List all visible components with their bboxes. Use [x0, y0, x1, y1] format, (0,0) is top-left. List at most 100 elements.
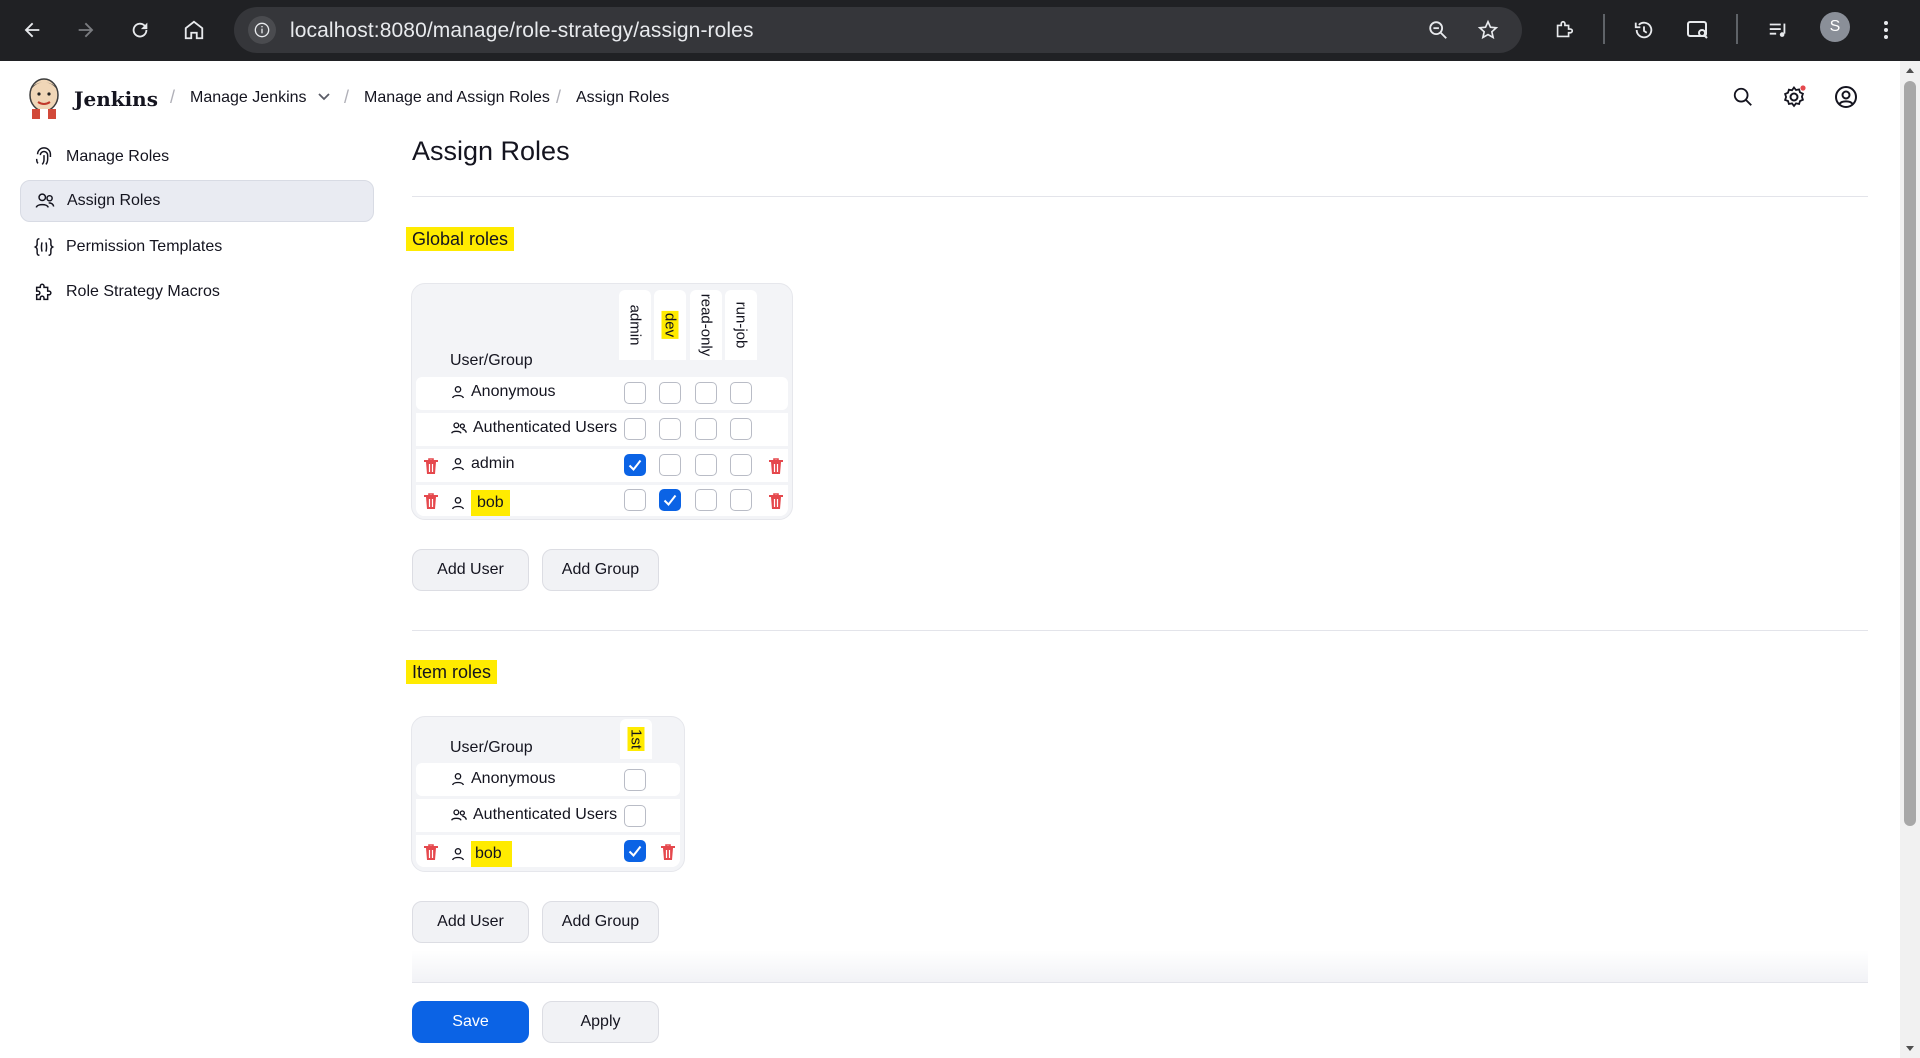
column-header-read-only: read-only	[690, 290, 722, 360]
global-add-group-button[interactable]: Add Group	[542, 549, 659, 591]
delete-trash-icon[interactable]	[768, 457, 784, 475]
row-anonymous: Anonymous	[450, 383, 556, 401]
bookmark-star-icon[interactable]	[1470, 12, 1506, 48]
home-icon[interactable]	[176, 12, 212, 48]
sidebar-item-assign-roles[interactable]: Assign Roles	[20, 180, 374, 222]
checkbox-authenticated-1st[interactable]	[624, 805, 646, 827]
group-icon	[451, 809, 467, 821]
sidebar-item-label: Role Strategy Macros	[66, 283, 220, 300]
delete-trash-icon[interactable]	[423, 492, 439, 510]
checkmark-icon	[663, 494, 677, 506]
apply-button[interactable]: Apply	[542, 1001, 659, 1043]
checkbox-anonymous-1st[interactable]	[624, 769, 646, 791]
history-icon[interactable]	[1626, 12, 1662, 48]
checkbox-bob-read-only[interactable]	[695, 489, 717, 511]
checkbox-bob-run-job[interactable]	[730, 489, 752, 511]
scroll-up-arrow-icon[interactable]	[1904, 65, 1916, 77]
chevron-down-icon[interactable]	[316, 89, 332, 110]
puzzle-icon	[32, 280, 56, 304]
save-button[interactable]: Save	[412, 1001, 529, 1043]
page-scrollbar[interactable]	[1900, 61, 1920, 1058]
checkbox-admin-admin[interactable]	[624, 454, 646, 476]
forward-icon[interactable]	[68, 12, 104, 48]
column-header-run-job: run-job	[725, 290, 757, 360]
divider	[412, 982, 1868, 983]
checkbox-bob-1st[interactable]	[624, 840, 646, 862]
address-bar[interactable]: localhost:8080/manage/role-strategy/assi…	[234, 7, 1522, 53]
section-title-global: Global roles	[406, 227, 515, 251]
url-text[interactable]: localhost:8080/manage/role-strategy/assi…	[290, 19, 754, 43]
checkbox-bob-admin[interactable]	[624, 489, 646, 511]
row-authenticated-users: Authenticated Users	[450, 419, 617, 437]
profile-avatar[interactable]: S	[1820, 12, 1850, 42]
column-header-dev: dev	[654, 290, 686, 360]
item-roles-heading: Item roles	[406, 660, 498, 684]
user-icon	[452, 773, 464, 786]
breadcrumb-manage-jenkins[interactable]: Manage Jenkins	[190, 89, 307, 107]
checkbox-anonymous-admin[interactable]	[624, 382, 646, 404]
checkbox-admin-dev[interactable]	[659, 454, 681, 476]
media-control-icon[interactable]	[1760, 12, 1796, 48]
checkbox-authenticated-dev[interactable]	[659, 418, 681, 440]
extensions-icon[interactable]	[1546, 12, 1582, 48]
user-group-header: User/Group	[450, 739, 533, 756]
row-authenticated-users: Authenticated Users	[450, 806, 617, 824]
users-icon	[33, 189, 57, 213]
breadcrumb-manage-assign-roles[interactable]: Manage and Assign Roles	[364, 89, 550, 107]
zoom-icon[interactable]	[1420, 12, 1456, 48]
toolbar-separator	[1603, 14, 1605, 44]
sidebar-item-manage-roles[interactable]: Manage Roles	[20, 136, 374, 178]
user-account-icon[interactable]	[1832, 83, 1860, 111]
checkbox-authenticated-read-only[interactable]	[695, 418, 717, 440]
checkbox-anonymous-read-only[interactable]	[695, 382, 717, 404]
profile-initial: S	[1829, 18, 1841, 35]
row-bob: bob	[450, 490, 510, 516]
tab-search-icon[interactable]	[1680, 12, 1716, 48]
search-icon[interactable]	[1729, 83, 1757, 111]
row-name: Anonymous	[471, 383, 556, 400]
delete-trash-icon[interactable]	[768, 492, 784, 510]
settings-gear-icon[interactable]	[1780, 83, 1808, 111]
checkbox-admin-run-job[interactable]	[730, 454, 752, 476]
reload-icon[interactable]	[122, 12, 158, 48]
delete-trash-icon[interactable]	[423, 457, 439, 475]
scrollbar-thumb[interactable]	[1904, 81, 1916, 826]
site-info-icon[interactable]	[248, 16, 276, 44]
back-icon[interactable]	[14, 12, 50, 48]
checkbox-anonymous-dev[interactable]	[659, 382, 681, 404]
brand-name[interactable]: Jenkins	[74, 87, 158, 111]
row-anonymous: Anonymous	[450, 770, 556, 788]
delete-trash-icon[interactable]	[660, 843, 676, 861]
jenkins-logo[interactable]	[26, 77, 62, 119]
user-icon	[452, 386, 464, 399]
checkbox-authenticated-admin[interactable]	[624, 418, 646, 440]
sidebar-item-label: Permission Templates	[66, 238, 223, 255]
browser-toolbar: localhost:8080/manage/role-strategy/assi…	[0, 0, 1920, 61]
url-host: localhost	[290, 19, 374, 42]
sidebar-item-role-strategy-macros[interactable]: Role Strategy Macros	[20, 271, 374, 313]
delete-trash-icon[interactable]	[423, 843, 439, 861]
scroll-down-arrow-icon[interactable]	[1904, 1042, 1916, 1054]
item-add-user-button[interactable]: Add User	[412, 901, 529, 943]
checkbox-anonymous-run-job[interactable]	[730, 382, 752, 404]
section-title-item: Item roles	[406, 660, 498, 684]
checkmark-icon	[628, 845, 642, 857]
user-icon	[452, 848, 464, 861]
global-roles-table: User/Group admin dev read-only run-job A…	[411, 283, 793, 520]
global-add-user-button[interactable]: Add User	[412, 549, 529, 591]
braces-icon	[32, 235, 56, 259]
checkbox-admin-read-only[interactable]	[695, 454, 717, 476]
sidebar-item-label: Manage Roles	[66, 148, 170, 165]
column-header-admin: admin	[619, 290, 651, 360]
row-name: Authenticated Users	[473, 419, 618, 436]
checkbox-bob-dev[interactable]	[659, 489, 681, 511]
user-icon	[452, 458, 464, 471]
sidebar-item-permission-templates[interactable]: Permission Templates	[20, 226, 374, 268]
column-header-1st: 1st	[620, 719, 652, 759]
checkbox-authenticated-run-job[interactable]	[730, 418, 752, 440]
row-name: bob	[471, 841, 512, 867]
item-add-group-button[interactable]: Add Group	[542, 901, 659, 943]
browser-menu-icon[interactable]	[1868, 12, 1904, 48]
breadcrumb-assign-roles[interactable]: Assign Roles	[576, 89, 669, 107]
page-title: Assign Roles	[412, 136, 570, 166]
